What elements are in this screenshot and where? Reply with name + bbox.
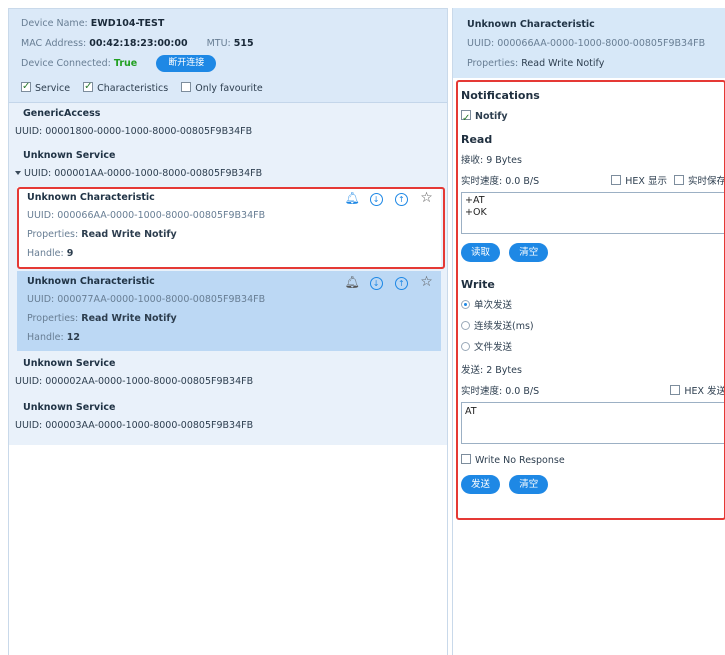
filter-characteristics[interactable]: Characteristics [83,80,168,94]
disconnect-button[interactable]: 断开连接 [156,55,217,72]
device-panel: Device Name: EWD104-TEST MAC Address: 00… [8,8,465,655]
bell-outline-icon[interactable]: 🔔︎ [344,276,359,289]
service-item[interactable]: Unknown Service UUID: 000001AA-0000-1000… [9,141,447,183]
service-item[interactable]: Unknown Service UUID: 000002AA-0000-1000… [9,351,465,391]
connected-status: True [113,58,138,69]
device-name: EWD104-TEST [90,18,165,29]
filter-bar: Service Characteristics Only favourite [21,80,273,96]
filter-service[interactable]: Service [21,80,70,94]
star-icon[interactable]: ☆ [420,275,433,289]
mtu-value: 515 [233,38,254,49]
write-up-icon[interactable]: ↑ [394,277,408,290]
service-title: Unknown Service [23,402,116,413]
highlight-box [17,187,445,269]
read-down-icon[interactable]: ↓ [369,277,383,290]
detail-header: Unknown Characteristic UUID: 000066AA-00… [453,8,725,78]
service-title: Unknown Service [23,150,116,161]
characteristic-card[interactable]: Unknown Characteristic UUID: 000077AA-00… [17,271,441,351]
characteristics-checkbox[interactable] [83,80,94,94]
service-title: Unknown Service [23,358,116,369]
favourite-checkbox[interactable] [181,82,192,92]
collapse-arrow-icon[interactable] [15,171,21,175]
mac-address: 00:42:18:23:00:00 [89,38,188,49]
filter-only-favourite[interactable]: Only favourite [181,82,263,94]
highlight-box [456,80,725,520]
service-title: GenericAccess [23,108,101,119]
service-list: GenericAccess UUID: 00001800-0000-1000-8… [9,103,465,445]
service-item[interactable]: Unknown Service UUID: 000003AA-0000-1000… [9,391,465,435]
detail-title: Unknown Characteristic [467,19,595,30]
device-info: Device Name: EWD104-TEST MAC Address: 00… [9,9,447,103]
detail-panel: Unknown Characteristic UUID: 000066AA-00… [452,8,725,655]
service-checkbox[interactable] [21,80,31,94]
service-item[interactable]: GenericAccess UUID: 00001800-0000-1000-8… [9,103,465,141]
